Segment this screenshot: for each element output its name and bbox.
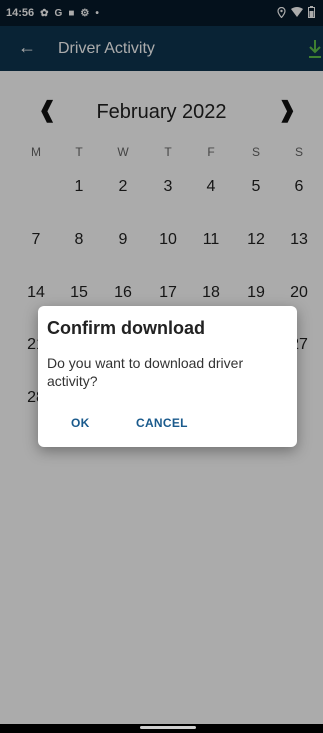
confirm-download-dialog: Confirm download Do you want to download… bbox=[38, 306, 297, 447]
home-handle[interactable] bbox=[140, 726, 196, 729]
screen: 14:56 ✿ G ■ ⚙ • ← Driver Activity ❰ Febr… bbox=[0, 0, 323, 733]
ok-button[interactable]: OK bbox=[71, 416, 90, 430]
cancel-button[interactable]: CANCEL bbox=[136, 416, 188, 430]
dialog-message: Do you want to download driver activity? bbox=[47, 355, 244, 389]
navigation-bar bbox=[0, 724, 323, 733]
dialog-title: Confirm download bbox=[47, 318, 205, 338]
